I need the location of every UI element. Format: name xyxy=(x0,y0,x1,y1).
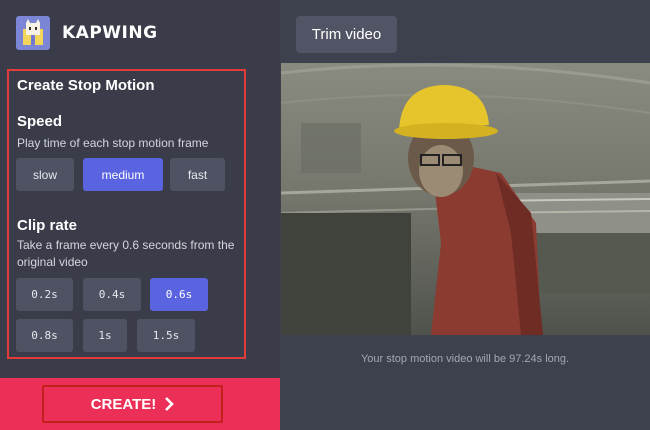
clip-rate-description-line2: original video xyxy=(17,255,88,269)
video-frame-image xyxy=(281,63,650,335)
clip-rate-title: Clip rate xyxy=(17,217,78,234)
panel-title: Create Stop Motion xyxy=(17,77,155,94)
sidebar: KAPWING Create Stop Motion Speed Play ti… xyxy=(0,0,280,430)
speed-fast-button[interactable]: fast xyxy=(170,158,225,191)
brand[interactable]: KAPWING xyxy=(16,15,158,51)
clip-rate-0-8s-button[interactable]: 0.8s xyxy=(16,319,73,352)
video-length-caption: Your stop motion video will be 97.24s lo… xyxy=(360,353,570,365)
create-button-label: CREATE! xyxy=(90,395,157,413)
speed-title: Speed xyxy=(17,113,63,130)
kapwing-logo-icon xyxy=(16,16,50,50)
create-button[interactable]: CREATE! xyxy=(42,385,223,423)
trim-video-button[interactable]: Trim video xyxy=(296,16,397,53)
chevron-right-icon xyxy=(165,397,175,411)
clip-rate-1s-button[interactable]: 1s xyxy=(83,319,127,352)
stop-motion-settings-panel: Create Stop Motion Speed Play time of ea… xyxy=(7,69,246,359)
clip-rate-0-2s-button[interactable]: 0.2s xyxy=(16,278,73,311)
clip-rate-0-4s-button[interactable]: 0.4s xyxy=(83,278,141,311)
clip-rate-0-6s-button[interactable]: 0.6s xyxy=(150,278,208,311)
speed-slow-button[interactable]: slow xyxy=(16,158,74,191)
video-preview[interactable] xyxy=(281,63,650,335)
brand-name: KAPWING xyxy=(62,23,158,43)
clip-rate-1-5s-button[interactable]: 1.5s xyxy=(137,319,195,352)
clip-rate-description-line1: Take a frame every 0.6 seconds from the xyxy=(17,238,235,252)
speed-medium-button[interactable]: medium xyxy=(83,158,163,191)
speed-description: Play time of each stop motion frame xyxy=(17,136,209,150)
